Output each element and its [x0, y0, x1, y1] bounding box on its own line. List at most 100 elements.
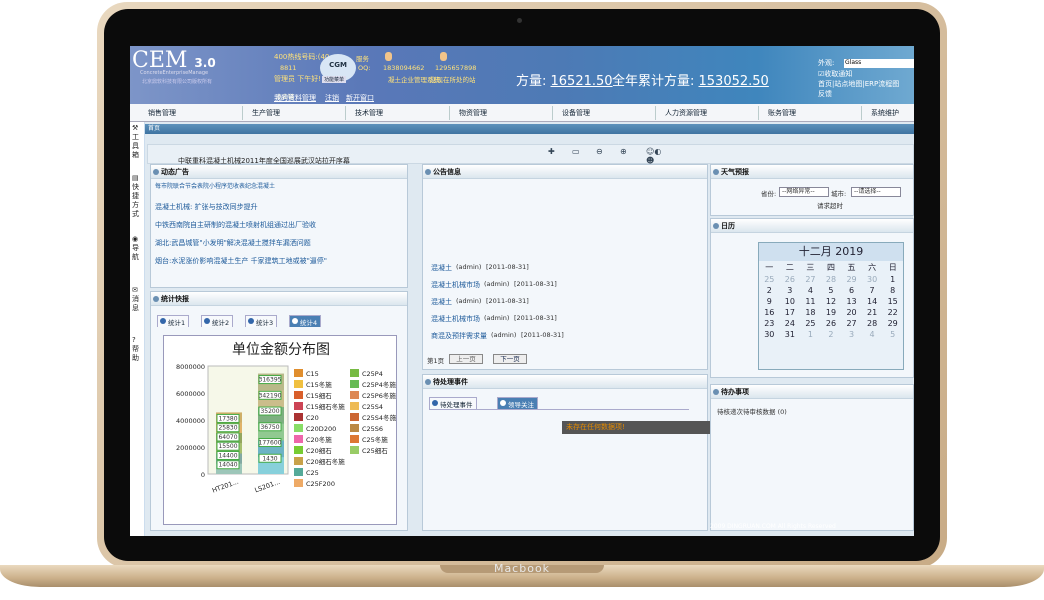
menu-production[interactable]: 生产管理: [252, 108, 280, 118]
calendar-day[interactable]: 5: [821, 285, 842, 296]
notice-link[interactable]: 混凝土: [431, 263, 452, 273]
tab-stat4[interactable]: 统计4: [289, 315, 322, 327]
profile-link[interactable]: 我的资料管理: [274, 93, 316, 103]
calendar-day[interactable]: 4: [862, 329, 883, 340]
remove-icon[interactable]: ⊖: [596, 147, 603, 156]
calendar-day[interactable]: 4: [800, 285, 821, 296]
calendar-day[interactable]: 13: [841, 296, 862, 307]
menu-technology[interactable]: 技术管理: [355, 108, 383, 118]
menu-accounts[interactable]: 账务管理: [768, 108, 796, 118]
tab-pending[interactable]: 待处理事件: [429, 397, 477, 409]
laptop-frame: Macbook CEM 3.0 ConcreteEnterpriseManage…: [0, 0, 1044, 600]
tab-stat1[interactable]: 统计1: [157, 315, 190, 327]
calendar-day[interactable]: 3: [780, 285, 801, 296]
prev-page-button[interactable]: 上一页: [449, 354, 483, 364]
tab-leader-focus[interactable]: 领导关注: [497, 397, 538, 409]
calendar-day[interactable]: 17: [780, 307, 801, 318]
calendar-day[interactable]: 29: [841, 274, 862, 285]
calendar-day[interactable]: 5: [882, 329, 903, 340]
ad-item[interactable]: 混凝土机械: 扩张与技改同步提升: [155, 202, 258, 212]
calendar-day[interactable]: 24: [780, 318, 801, 329]
message-button[interactable]: ✉ 消息: [132, 286, 142, 313]
notice-link[interactable]: 混凝土机械市场: [431, 280, 480, 290]
volume-stat: 方量: 16521.50: [516, 74, 613, 89]
stats-tabs: 统计1 统计2 统计3 统计4: [157, 315, 403, 327]
data-label: 17380: [218, 415, 237, 422]
notice-link[interactable]: 商混及预拌需求量: [431, 331, 487, 341]
calendar-day[interactable]: 14: [862, 296, 883, 307]
calendar-day[interactable]: 10: [780, 296, 801, 307]
calendar-day[interactable]: 29: [882, 318, 903, 329]
calendar-day[interactable]: 27: [800, 274, 821, 285]
calendar-day[interactable]: 1: [882, 274, 903, 285]
calendar-day[interactable]: 6: [841, 285, 862, 296]
calendar-day[interactable]: 21: [862, 307, 883, 318]
legend-entry: C25: [306, 469, 319, 477]
calendar-day[interactable]: 22: [882, 307, 903, 318]
navigation-button[interactable]: ◉ 导航: [132, 235, 142, 262]
city-select[interactable]: --请选择--: [851, 187, 901, 197]
calendar-day[interactable]: 15: [882, 296, 903, 307]
calendar-day[interactable]: 11: [800, 296, 821, 307]
calendar-day[interactable]: 2: [759, 285, 780, 296]
province-select[interactable]: --网络异常--: [779, 187, 829, 197]
shortcut-button[interactable]: ▤ 快捷方式: [132, 174, 142, 219]
calendar-day[interactable]: 25: [800, 318, 821, 329]
menu-sales[interactable]: 销售管理: [148, 108, 176, 118]
toolbox-button[interactable]: ⚒ 工具箱: [132, 124, 142, 160]
todo-message[interactable]: 待核递次待审核数据 (0): [717, 406, 787, 416]
menu-materials[interactable]: 物资管理: [459, 108, 487, 118]
notice-link[interactable]: 混凝土机械市场: [431, 314, 480, 324]
calendar-day[interactable]: 16: [759, 307, 780, 318]
ad-item[interactable]: 湖北:武昌城管"小发明"解决混凝土搅拌车漏洒问题: [155, 238, 311, 248]
ad-item[interactable]: 中铁西南院自主研制的混凝土喷射机组通过出厂验收: [155, 220, 316, 230]
calendar-day[interactable]: 8: [882, 285, 903, 296]
header-links[interactable]: 首页|站点地图|ERP流程图: [818, 80, 899, 89]
calendar-day[interactable]: 19: [821, 307, 842, 318]
calendar-day[interactable]: 18: [800, 307, 821, 318]
add-icon[interactable]: ✚: [548, 147, 555, 156]
calendar-month[interactable]: 十二月 2019: [759, 243, 903, 261]
add-circle-icon[interactable]: ⊕: [620, 147, 627, 156]
calendar-day[interactable]: 27: [841, 318, 862, 329]
legend-entry: C20: [306, 414, 319, 422]
minimize-icon[interactable]: ▭: [572, 147, 580, 156]
feedback-link[interactable]: 反馈: [818, 90, 832, 99]
menu-system[interactable]: 系统维护: [871, 108, 899, 118]
calendar-day[interactable]: 30: [862, 274, 883, 285]
breadcrumb[interactable]: 首页: [145, 124, 914, 134]
menu-equipment[interactable]: 设备管理: [562, 108, 590, 118]
calendar-day[interactable]: 23: [759, 318, 780, 329]
calendar-day[interactable]: 7: [862, 285, 883, 296]
skin-select[interactable]: Glass: [844, 59, 914, 68]
calendar-day[interactable]: 20: [841, 307, 862, 318]
calendar-day[interactable]: 1: [800, 329, 821, 340]
calendar-day[interactable]: 3: [841, 329, 862, 340]
receive-notice-checkbox[interactable]: ☑收取通知: [818, 70, 852, 79]
notice-link[interactable]: 混凝土: [431, 297, 452, 307]
calendar-day[interactable]: 25: [759, 274, 780, 285]
weekday-label: 五: [847, 263, 856, 272]
logout-link[interactable]: 注销: [325, 93, 339, 103]
calendar-day[interactable]: 9: [759, 296, 780, 307]
calendar-day[interactable]: 28: [862, 318, 883, 329]
calendar-day[interactable]: 26: [780, 274, 801, 285]
menu-hr[interactable]: 人力资源管理: [665, 108, 707, 118]
ad-item[interactable]: 烟台:水泥涨价影响混凝土生产 千家建筑工地或被"逼停": [155, 256, 327, 266]
next-page-button[interactable]: 下一页: [493, 354, 527, 364]
calendar-day[interactable]: 31: [780, 329, 801, 340]
calendar-day[interactable]: 30: [759, 329, 780, 340]
calendar-day[interactable]: 12: [821, 296, 842, 307]
ad-item[interactable]: 每市院联合节会表院小程序范收表纪念混凝土: [155, 181, 275, 190]
tab-stat3[interactable]: 统计3: [245, 315, 278, 327]
unit-amount-chart: 单位金额分布图 8000000 6000000 4000000 2000000 0 1738…: [176, 342, 397, 495]
calendar-day[interactable]: 2: [821, 329, 842, 340]
calendar-day[interactable]: 28: [821, 274, 842, 285]
notice-user: (admin): [491, 331, 517, 339]
legend-entry: C20冬施: [306, 435, 332, 444]
help-button[interactable]: ? 帮助: [132, 336, 142, 363]
x-tick-label: HT201...: [211, 478, 240, 495]
tab-stat2[interactable]: 统计2: [201, 315, 234, 327]
calendar-day[interactable]: 26: [821, 318, 842, 329]
new-window-link[interactable]: 新开窗口: [346, 93, 374, 103]
